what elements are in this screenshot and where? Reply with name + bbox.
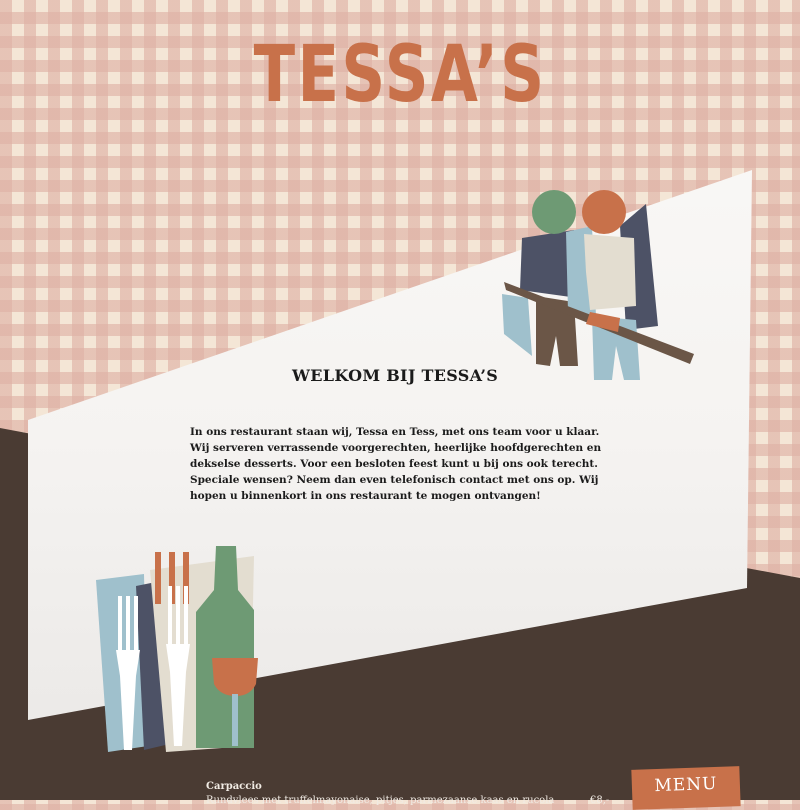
person2-head [582,190,626,234]
wine-glass [212,658,258,696]
dish-description: Rundvlees met truffelmayonaise, pitjes, … [206,795,555,806]
welcome-intro: In ons restaurant staan wij, Tessa en Te… [190,424,620,504]
menu-item: Carpaccio Rundvlees met truffelmayonaise… [206,780,610,808]
people-blue-left-shape [502,294,532,356]
dish-price: €8,- [590,795,610,806]
dish-name: Carpaccio [206,781,262,792]
wine-glass-stem [232,694,238,746]
cutlery-bottle-illustration [96,546,258,752]
intro-line-2: Wij serveren verrassende voorgerechten, … [190,442,602,502]
fork-handle-orange-1 [155,552,161,604]
welcome-title: WELKOM BIJ TESSA’S [292,366,499,385]
person2-body [584,234,636,310]
menu-tab-button[interactable]: MENU [631,766,741,810]
site-logo[interactable]: TESSA’S [88,30,712,120]
intro-line-1: In ons restaurant staan wij, Tessa en Te… [190,426,600,438]
person1-head [532,190,576,234]
two-people-illustration [502,190,694,380]
